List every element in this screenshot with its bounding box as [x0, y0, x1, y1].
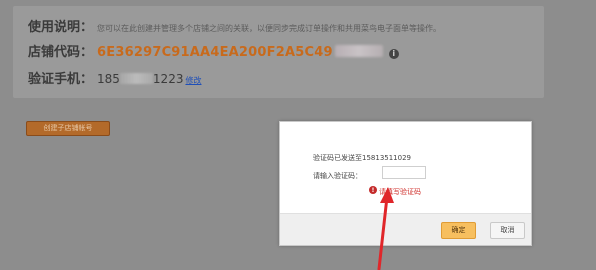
- usage-label: 使用说明：: [28, 20, 94, 35]
- verification-code-input[interactable]: [382, 166, 426, 179]
- store-code-value: 6E36297C91AA4EA200F2A5C49: [97, 45, 333, 60]
- store-code-label: 店铺代码：: [28, 45, 94, 60]
- store-code-row: 店铺代码： 6E36297C91AA4EA200F2A5C49 i: [28, 41, 399, 60]
- code-sent-message: 验证码已发送至15813511029: [313, 154, 411, 162]
- modify-phone-link[interactable]: 修改: [185, 76, 201, 85]
- dialog-footer: 确定 取消: [280, 213, 531, 245]
- red-arrow-annotation: [377, 187, 394, 270]
- redacted-phone-middle: [119, 73, 153, 84]
- usage-description: 您可以在此创建并管理多个店铺之间的关联，以便同步完成订单操作和共用菜鸟电子面单等…: [97, 24, 442, 33]
- info-icon[interactable]: i: [388, 48, 399, 59]
- confirm-button[interactable]: 确定: [441, 222, 476, 239]
- phone-suffix: 1223: [152, 72, 184, 86]
- phone-row: 验证手机： 185 1223 修改: [28, 68, 201, 87]
- store-info-panel: 使用说明： 您可以在此创建并管理多个店铺之间的关联，以便同步完成订单操作和共用菜鸟…: [13, 6, 544, 98]
- verify-phone-label: 验证手机：: [28, 72, 94, 87]
- usage-row: 使用说明： 您可以在此创建并管理多个店铺之间的关联，以便同步完成订单操作和共用菜鸟…: [28, 16, 441, 35]
- cancel-button[interactable]: 取消: [490, 222, 525, 239]
- code-input-label: 请输入验证码：: [313, 172, 362, 180]
- create-sub-store-button[interactable]: 创建子店铺帐号: [26, 121, 110, 136]
- phone-prefix: 185: [97, 72, 120, 86]
- redacted-code-tail: [334, 45, 383, 57]
- verification-dialog: 验证码已发送至15813511029 请输入验证码： ! 请填写验证码 确定 取…: [279, 121, 532, 246]
